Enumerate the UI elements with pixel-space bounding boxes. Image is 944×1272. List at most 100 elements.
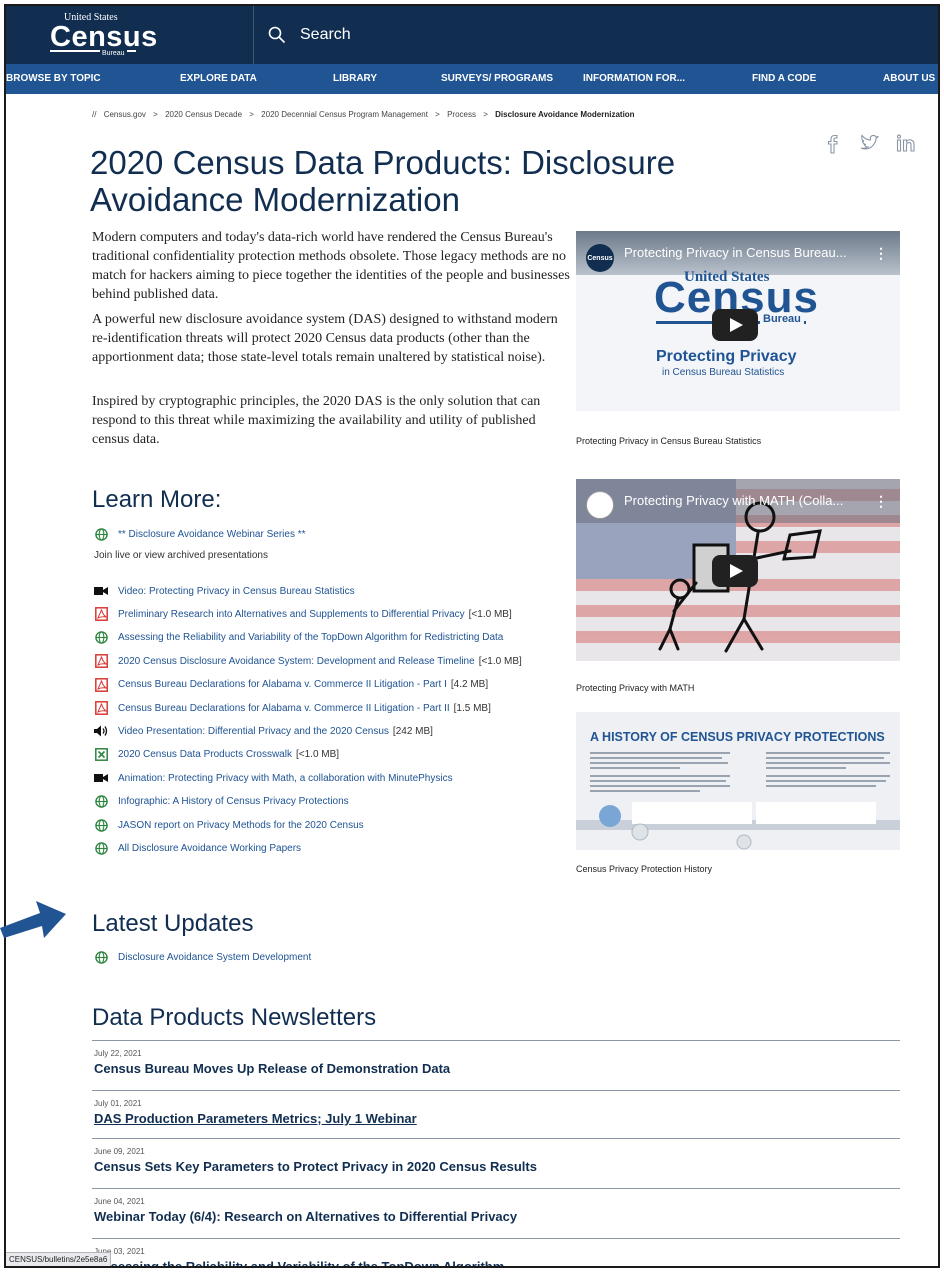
browser-page: United States Census Bureau Search BROWS… — [4, 4, 940, 1268]
video-menu-icon[interactable]: ⋮ — [874, 493, 888, 510]
nav-about-us[interactable]: ABOUT US — [883, 73, 935, 84]
resource-link-label[interactable]: Animation: Protecting Privacy with Math,… — [118, 773, 453, 784]
header-divider — [253, 6, 254, 64]
newsletter-date: June 09, 2021 — [94, 1147, 145, 1156]
latest-update-label[interactable]: Disclosure Avoidance System Development — [118, 952, 311, 963]
resource-link-item[interactable]: Census Bureau Declarations for Alabama v… — [94, 677, 489, 692]
resource-link-label[interactable]: 2020 Census Data Products Crosswalk — [118, 749, 292, 760]
breadcrumb-item[interactable]: Census.gov — [104, 110, 146, 119]
breadcrumb-current: Disclosure Avoidance Modernization — [495, 110, 635, 119]
video-caption: Protecting Privacy with MATH — [576, 683, 695, 693]
video-protecting-privacy[interactable]: Census Protecting Privacy in Census Bure… — [576, 231, 900, 411]
breadcrumb-item[interactable]: 2020 Census Decade — [165, 110, 242, 119]
resource-link-item[interactable]: Infographic: A History of Census Privacy… — [94, 795, 349, 809]
site-header: United States Census Bureau Search — [6, 6, 938, 64]
intro-paragraph: Modern computers and today's data-rich w… — [92, 230, 570, 302]
status-bar-url: CENSUS/bulletins/2e5e8a6 — [6, 1252, 112, 1266]
video-camera-icon — [94, 774, 108, 783]
newsletter-divider — [92, 1188, 900, 1189]
newsletter-title-link[interactable]: Census Sets Key Parameters to Protect Pr… — [94, 1159, 537, 1174]
newsletter-divider — [92, 1040, 900, 1041]
newsletters-heading: Data Products Newsletters — [92, 1004, 377, 1031]
play-button[interactable] — [712, 309, 758, 341]
newsletter-title-link[interactable]: Census Bureau Moves Up Release of Demons… — [94, 1061, 450, 1076]
nav-explore-data[interactable]: EXPLORE DATA — [180, 73, 257, 84]
resource-link-item[interactable]: Assessing the Reliability and Variabilit… — [94, 631, 503, 645]
resource-link-label[interactable]: Video Presentation: Differential Privacy… — [118, 726, 389, 737]
resource-link-label[interactable]: Census Bureau Declarations for Alabama v… — [118, 703, 450, 714]
resource-link-item[interactable]: Video Presentation: Differential Privacy… — [94, 724, 433, 738]
intro-paragraph: A powerful new disclosure avoidance syst… — [92, 312, 558, 365]
webinar-series-label[interactable]: ** Disclosure Avoidance Webinar Series *… — [118, 529, 306, 540]
newsletter-divider — [92, 1138, 900, 1139]
linkedin-icon[interactable] — [896, 134, 916, 152]
logo-bureau: Bureau — [100, 50, 127, 57]
newsletter-title-link[interactable]: Assessing the Reliability and Variabilit… — [94, 1259, 504, 1266]
play-button[interactable] — [712, 555, 758, 587]
video-privacy-with-math[interactable]: Protecting Privacy with MATH (Colla... ⋮ — [576, 479, 900, 661]
breadcrumb: // Census.gov > 2020 Census Decade > 202… — [92, 110, 640, 119]
intro-paragraph: Inspired by cryptographic principles, th… — [92, 394, 541, 447]
resource-link-label[interactable]: Census Bureau Declarations for Alabama v… — [118, 679, 447, 690]
infographic-body — [576, 752, 900, 850]
nav-library[interactable]: LIBRARY — [333, 73, 377, 84]
video-camera-icon — [94, 587, 108, 595]
infographic-caption: Census Privacy Protection History — [576, 864, 713, 874]
resource-link-item[interactable]: 2020 Census Data Products Crosswalk [<1.0… — [94, 748, 339, 762]
census-logo[interactable]: United States Census Bureau — [46, 12, 157, 58]
breadcrumb-sep: > — [483, 110, 488, 119]
newsletter-date: July 01, 2021 — [94, 1099, 142, 1108]
latest-update-item[interactable]: Disclosure Avoidance System Development — [94, 950, 311, 964]
pdf-icon — [94, 654, 108, 669]
breadcrumb-item[interactable]: 2020 Decennial Census Program Management — [261, 110, 428, 119]
latest-updates-heading: Latest Updates — [92, 910, 254, 937]
resource-link-label[interactable]: Infographic: A History of Census Privacy… — [118, 796, 349, 807]
resource-link-label[interactable]: Video: Protecting Privacy in Census Bure… — [118, 586, 355, 597]
webinar-series-link[interactable]: ** Disclosure Avoidance Webinar Series *… — [94, 527, 306, 541]
video-menu-icon[interactable]: ⋮ — [874, 245, 888, 262]
thumb-bureau: Bureau — [760, 313, 804, 325]
file-size: [1.5 MB] — [453, 702, 491, 714]
resource-link-label[interactable]: Preliminary Research into Alternatives a… — [118, 609, 465, 620]
nav-surveys-programs[interactable]: SURVEYS/ PROGRAMS — [441, 73, 553, 84]
breadcrumb-item[interactable]: Process — [447, 110, 476, 119]
resource-link-item[interactable]: 2020 Census Disclosure Avoidance System:… — [94, 654, 522, 669]
page-title: 2020 Census Data Products: Disclosure Av… — [90, 144, 676, 218]
speaker-icon — [94, 725, 108, 737]
pdf-icon — [94, 677, 108, 692]
newsletter-title-link[interactable]: Webinar Today (6/4): Research on Alterna… — [94, 1209, 517, 1224]
thumb-protecting-privacy: Protecting Privacy — [656, 348, 797, 365]
twitter-icon[interactable] — [860, 134, 880, 152]
video-caption: Protecting Privacy in Census Bureau Stat… — [576, 436, 762, 446]
resource-link-item[interactable]: Preliminary Research into Alternatives a… — [94, 607, 512, 622]
pdf-icon — [94, 701, 108, 715]
video-title[interactable]: Protecting Privacy with MATH (Colla... — [624, 493, 843, 508]
file-size: [4.2 MB] — [450, 679, 489, 691]
resource-link-item[interactable]: Animation: Protecting Privacy with Math,… — [94, 771, 453, 785]
nav-find-a-code[interactable]: FIND A CODE — [752, 73, 816, 84]
webinar-note: Join live or view archived presentations — [94, 550, 268, 561]
resource-link-item[interactable]: Video: Protecting Privacy in Census Bure… — [94, 584, 355, 598]
excel-icon — [94, 748, 108, 762]
nav-information-for[interactable]: INFORMATION FOR... — [583, 73, 685, 84]
file-size: [<1.0 MB] — [478, 655, 522, 667]
resource-link-label[interactable]: All Disclosure Avoidance Working Papers — [118, 843, 301, 854]
resource-link-label[interactable]: 2020 Census Disclosure Avoidance System:… — [118, 656, 475, 667]
breadcrumb-sep: > — [249, 110, 254, 119]
facebook-icon[interactable] — [826, 134, 838, 154]
breadcrumb-root: // — [92, 110, 97, 119]
search-box[interactable]: Search — [268, 22, 351, 48]
file-size: [242 MB] — [392, 725, 433, 737]
resource-link-item[interactable]: JASON report on Privacy Methods for the … — [94, 818, 364, 832]
newsletter-date: July 22, 2021 — [94, 1049, 142, 1058]
pdf-icon — [94, 607, 108, 622]
resource-link-item[interactable]: All Disclosure Avoidance Working Papers — [94, 841, 301, 855]
resource-link-item[interactable]: Census Bureau Declarations for Alabama v… — [94, 701, 491, 715]
infographic-thumbnail[interactable]: A HISTORY OF CENSUS PRIVACY PROTECTIONS — [576, 712, 900, 850]
search-icon — [268, 26, 286, 44]
video-title[interactable]: Protecting Privacy in Census Bureau... — [624, 245, 847, 260]
resource-link-label[interactable]: Assessing the Reliability and Variabilit… — [118, 632, 503, 643]
resource-link-label[interactable]: JASON report on Privacy Methods for the … — [118, 820, 364, 831]
newsletter-title-link[interactable]: DAS Production Parameters Metrics; July … — [94, 1111, 417, 1126]
nav-browse-by-topic[interactable]: BROWSE BY TOPIC — [6, 73, 101, 84]
